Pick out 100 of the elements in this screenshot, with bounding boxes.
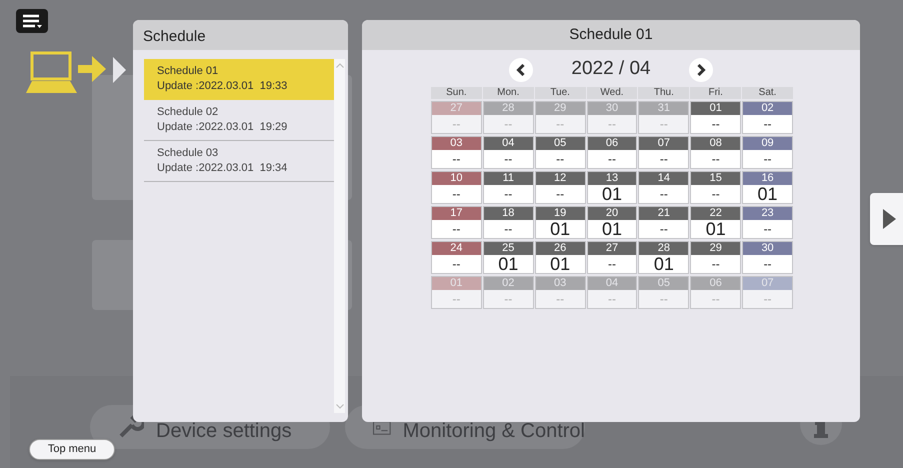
date-label: 07 (743, 277, 792, 290)
date-label: 17 (432, 207, 481, 220)
schedule-value[interactable]: -- (432, 255, 481, 273)
schedule-value[interactable]: 01 (588, 220, 636, 238)
date-label: 03 (432, 137, 481, 150)
date-label: 05 (639, 277, 688, 290)
schedule-value[interactable]: -- (536, 150, 585, 168)
menu-icon (21, 13, 43, 29)
date-label: 04 (588, 277, 636, 290)
date-label: 07 (639, 137, 688, 150)
date-label: 28 (484, 102, 533, 115)
date-label: 22 (691, 207, 740, 220)
schedule-value[interactable]: -- (588, 255, 636, 273)
next-page-button[interactable] (870, 193, 903, 245)
date-label: 05 (536, 137, 585, 150)
weekday-header: Fri. (690, 87, 742, 99)
schedule-item[interactable]: Schedule 01 Update :2022.03.01 19:33 (144, 59, 334, 100)
date-label: 24 (432, 242, 481, 255)
schedule-value[interactable]: -- (484, 185, 533, 203)
weekday-header: Thu. (638, 87, 690, 99)
date-label: 11 (484, 172, 533, 185)
date-label: 21 (639, 207, 688, 220)
date-label: 29 (536, 102, 585, 115)
schedule-value[interactable]: -- (588, 150, 636, 168)
date-label: 23 (743, 207, 792, 220)
date-label: 06 (691, 277, 740, 290)
schedule-value[interactable]: 01 (536, 255, 585, 273)
date-label: 29 (691, 242, 740, 255)
date-label: 19 (536, 207, 585, 220)
chevron-right-icon (696, 64, 706, 76)
top-menu-button[interactable]: Top menu (29, 439, 115, 460)
schedule-value[interactable]: -- (484, 220, 533, 238)
date-label: 08 (691, 137, 740, 150)
date-label: 27 (432, 102, 481, 115)
schedule-value[interactable]: 01 (691, 220, 740, 238)
date-label: 14 (639, 172, 688, 185)
schedule-name: Schedule 01 (157, 65, 220, 78)
date-label: 10 (432, 172, 481, 185)
date-label: 02 (484, 277, 533, 290)
date-label: 25 (484, 242, 533, 255)
date-label: 20 (588, 207, 636, 220)
menu-button[interactable] (16, 9, 48, 33)
schedule-value[interactable]: -- (639, 185, 688, 203)
schedule-value[interactable]: 01 (588, 185, 636, 203)
schedule-value[interactable]: -- (691, 115, 740, 133)
schedule-value[interactable]: 01 (536, 220, 585, 238)
schedule-value[interactable]: -- (691, 255, 740, 273)
date-label: 02 (743, 102, 792, 115)
date-label: 01 (691, 102, 740, 115)
chevron-left-icon (516, 64, 526, 76)
weekday-header: Sat. (742, 87, 793, 99)
schedule-value[interactable]: 01 (743, 185, 792, 203)
date-label: 09 (743, 137, 792, 150)
previous-month-button[interactable] (509, 58, 534, 82)
date-label: 30 (588, 102, 636, 115)
schedule-value[interactable]: -- (691, 185, 740, 203)
chevron-down-icon (336, 404, 344, 409)
panel-title: Schedule 01 (569, 24, 653, 45)
schedule-value[interactable]: -- (639, 220, 688, 238)
schedule-value[interactable]: -- (743, 115, 792, 133)
update-time: Update :2022.03.01 19:29 (157, 121, 288, 134)
weekday-header: Wed. (586, 87, 638, 99)
schedule-value[interactable]: 01 (639, 255, 688, 273)
schedule-value[interactable]: -- (432, 185, 481, 203)
schedule-value[interactable]: -- (743, 220, 792, 238)
date-label: 31 (639, 102, 688, 115)
weekday-header: Tue. (534, 87, 586, 99)
date-label: 30 (743, 242, 792, 255)
schedule-name: Schedule 03 (157, 147, 220, 160)
date-label: 06 (588, 137, 636, 150)
schedule-value[interactable]: -- (432, 150, 481, 168)
date-label: 28 (639, 242, 688, 255)
schedule-value[interactable]: -- (743, 150, 792, 168)
next-month-button[interactable] (688, 58, 713, 82)
date-label: 01 (432, 277, 481, 290)
update-time: Update :2022.03.01 19:33 (157, 80, 288, 93)
panel-title: Schedule (143, 26, 206, 47)
scrollbar[interactable] (334, 59, 345, 413)
schedule-value[interactable]: -- (743, 255, 792, 273)
weekday-header: Mon. (482, 87, 534, 99)
date-label: 03 (536, 277, 585, 290)
schedule-value[interactable]: -- (536, 185, 585, 203)
laptop-arrow-icon (24, 50, 128, 95)
schedule-name: Schedule 02 (157, 106, 220, 119)
date-label: 04 (484, 137, 533, 150)
schedule-value[interactable]: -- (484, 150, 533, 168)
schedule-value[interactable]: 01 (484, 255, 533, 273)
date-label: 13 (588, 172, 636, 185)
schedule-value[interactable]: -- (691, 150, 740, 168)
weekday-header: Sun. (431, 87, 482, 99)
date-label: 15 (691, 172, 740, 185)
play-icon (883, 209, 896, 229)
date-label: 26 (536, 242, 585, 255)
schedule-value[interactable]: -- (639, 150, 688, 168)
date-label: 18 (484, 207, 533, 220)
date-label: 27 (588, 242, 636, 255)
schedule-value[interactable]: -- (432, 220, 481, 238)
date-label: 16 (743, 172, 792, 185)
chevron-up-icon (336, 63, 344, 68)
date-label: 12 (536, 172, 585, 185)
